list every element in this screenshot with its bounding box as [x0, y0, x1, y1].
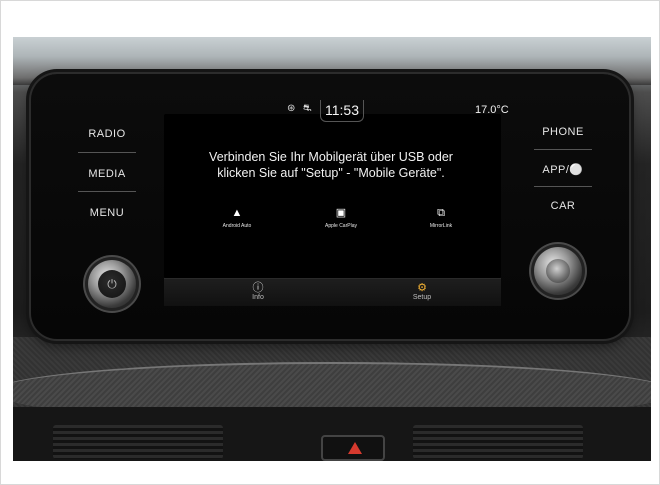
display-screen	[164, 114, 501, 278]
hazard-button[interactable]	[321, 435, 385, 461]
air-vent-left	[53, 425, 223, 459]
hazard-icon	[348, 442, 362, 454]
clock: 11:53	[320, 100, 364, 122]
knob-center	[546, 259, 570, 283]
volume-power-knob[interactable]: ⏻	[88, 260, 136, 308]
divider	[534, 186, 592, 187]
info-button[interactable]: ⓘ Info	[223, 278, 293, 301]
android-auto-tile[interactable]: ▲ Android Auto	[202, 207, 272, 229]
apple-carplay-tile[interactable]: ▣ Apple CarPlay	[306, 207, 376, 229]
phone-button[interactable]: PHONE	[533, 126, 593, 138]
setup-label: Setup	[412, 294, 432, 301]
message-line-1: Verbinden Sie Ihr Mobilgerät über USB od…	[209, 150, 453, 164]
mirrorlink-icon: ⧉	[437, 207, 445, 219]
gear-icon: ⚙	[417, 282, 427, 294]
divider	[78, 191, 136, 192]
power-icon: ⏻	[107, 277, 117, 291]
connection-icon: ⊛	[287, 103, 296, 114]
app-button[interactable]: APP/⚪	[533, 163, 593, 176]
info-icon: ⓘ	[252, 282, 264, 294]
air-vent-right	[413, 425, 583, 459]
divider	[534, 149, 592, 150]
info-label: Info	[252, 294, 264, 301]
tuning-knob[interactable]	[534, 247, 582, 295]
apple-carplay-label: Apple CarPlay	[325, 223, 357, 229]
mirrorlink-label: MirrorLink	[429, 223, 453, 229]
setup-button[interactable]: ⚙ Setup	[387, 278, 457, 301]
image-frame: RADIO MEDIA MENU PHONE APP/⚪ CAR ⊛ ⛐ 11:…	[0, 0, 660, 485]
android-auto-icon: ▲	[231, 207, 243, 219]
outside-temperature: 17.0°C	[475, 104, 509, 116]
message-line-2: klicken Sie auf "Setup" - "Mobile Geräte…	[217, 166, 445, 180]
divider	[78, 152, 136, 153]
android-auto-label: Android Auto	[222, 223, 252, 229]
passenger-airbag-icon: ⛐	[303, 103, 312, 114]
menu-button[interactable]: MENU	[77, 207, 137, 219]
apple-carplay-icon: ▣	[335, 207, 347, 219]
car-button[interactable]: CAR	[533, 200, 593, 212]
radio-button[interactable]: RADIO	[77, 128, 137, 140]
mirrorlink-tile[interactable]: ⧉ MirrorLink	[406, 207, 476, 229]
connect-message: Verbinden Sie Ihr Mobilgerät über USB od…	[191, 149, 471, 181]
media-button[interactable]: MEDIA	[77, 168, 137, 180]
knob-center: ⏻	[98, 270, 126, 298]
